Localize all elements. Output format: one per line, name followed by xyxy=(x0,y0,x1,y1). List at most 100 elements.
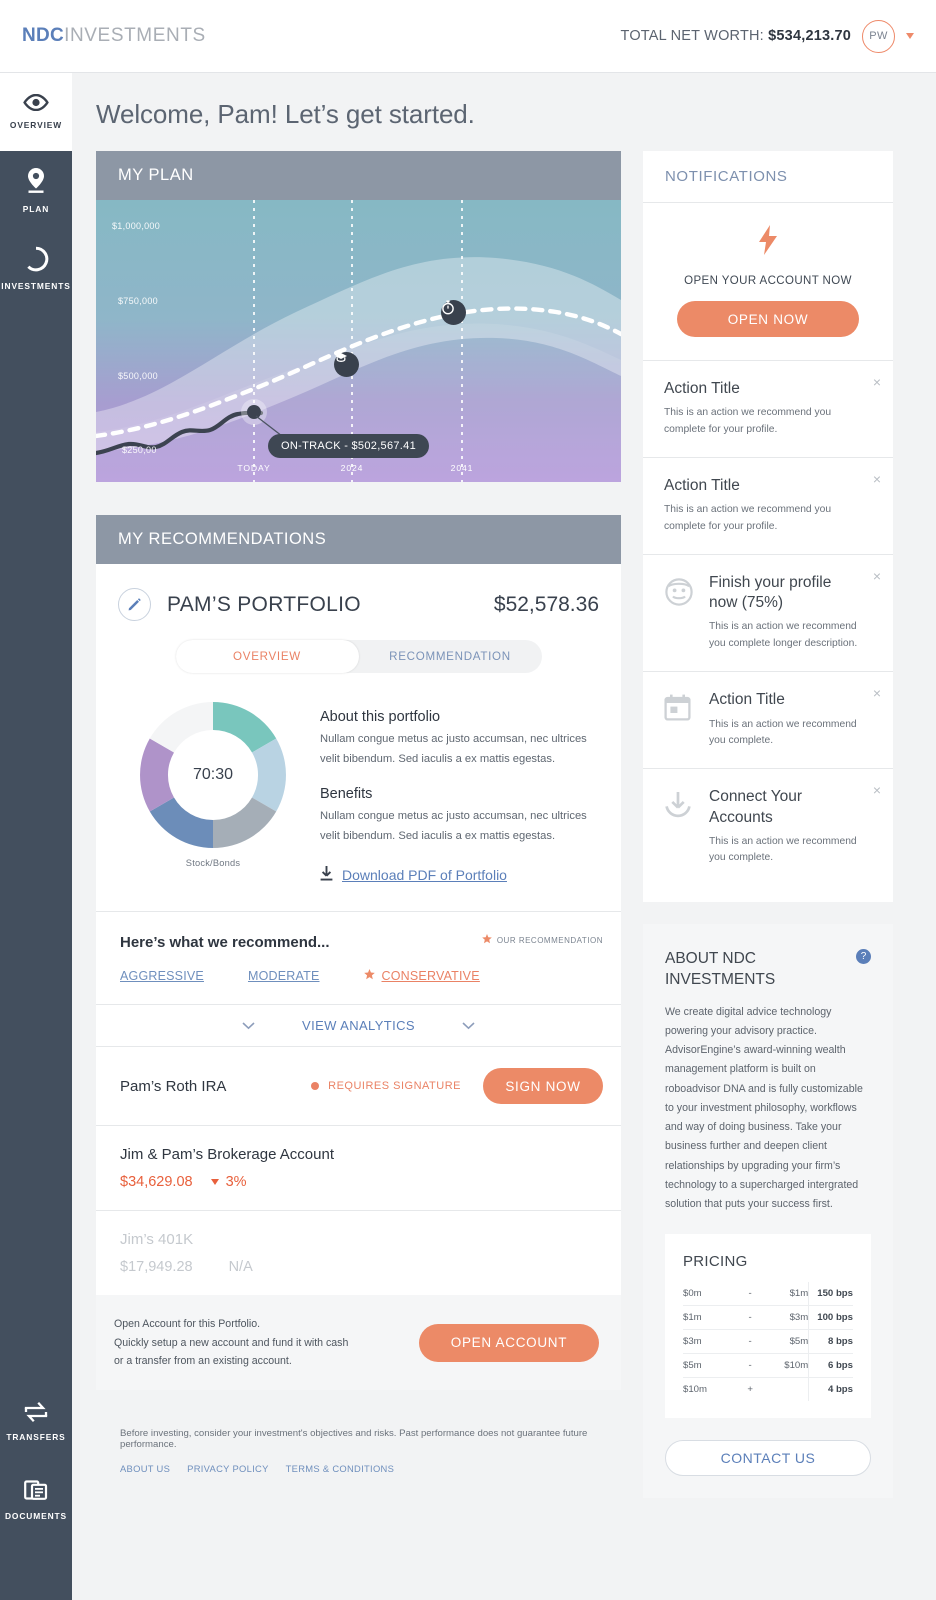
open-account-line3: or a transfer from an existing account. xyxy=(114,1354,292,1367)
download-icon xyxy=(320,866,333,884)
sidebar-item-investments[interactable]: INVESTMENTS xyxy=(0,229,72,307)
close-icon[interactable]: × xyxy=(873,686,881,700)
main-column: MY PLAN $1,000,000 $750,000 $500,000 $25… xyxy=(96,151,621,1474)
stopwatch-icon[interactable] xyxy=(441,300,466,325)
account-value: $34,629.08 xyxy=(120,1174,193,1191)
close-icon[interactable]: × xyxy=(873,472,881,486)
avatar[interactable]: PW xyxy=(862,19,895,53)
brand-logo[interactable]: NDCINVESTMENTS xyxy=(22,25,206,47)
pricing-rate: 100 bps xyxy=(808,1305,853,1331)
open-account-button[interactable]: OPEN ACCOUNT xyxy=(419,1323,599,1362)
pricing-from: $1m xyxy=(683,1305,736,1331)
pricing-to: $3m xyxy=(764,1305,810,1331)
avatar-initials: PW xyxy=(869,30,888,42)
contact-us-button[interactable]: CONTACT US xyxy=(665,1440,871,1477)
status-label: REQUIRES SIGNATURE xyxy=(328,1080,461,1093)
chevron-down-icon xyxy=(242,1018,255,1033)
y-tick-label: $750,000 xyxy=(118,296,158,306)
lightning-bolt-icon xyxy=(757,225,779,260)
open-account-footer: Open Account for this Portfolio. Quickly… xyxy=(96,1295,621,1391)
risk-option-conservative[interactable]: CONSERVATIVE xyxy=(363,969,480,984)
account-value: $17,949.28 xyxy=(120,1259,193,1276)
sidebar: OVERVIEW PLAN INVESTMENTS TRANSFERS DOCU… xyxy=(0,73,72,1600)
tab-recommendation[interactable]: RECOMMENDATION xyxy=(359,640,542,673)
chevron-down-icon xyxy=(462,1018,475,1033)
pricing-rate: 6 bps xyxy=(808,1353,853,1379)
star-icon xyxy=(363,969,375,983)
portfolio-name: PAM’S PORTFOLIO xyxy=(167,592,361,616)
status-dot-icon xyxy=(311,1082,320,1091)
portfolio-overview: 70:30 Stock/Bonds About this portfolio N… xyxy=(96,673,621,911)
notification-title: Action Title xyxy=(664,380,740,397)
chevron-down-icon[interactable] xyxy=(906,33,914,39)
app-root: NDCINVESTMENTS TOTAL NET WORTH: $534,213… xyxy=(0,0,936,1600)
top-bar-right: TOTAL NET WORTH: $534,213.70 PW xyxy=(621,19,914,53)
sidebar-item-transfers[interactable]: TRANSFERS xyxy=(0,1382,72,1460)
x-tick-label: 2024 xyxy=(340,463,364,473)
pricing-rate: 4 bps xyxy=(827,1384,853,1396)
notification-title: Action Title xyxy=(664,477,740,495)
notification-item[interactable]: Action Title This is an action we recomm… xyxy=(643,458,893,554)
sign-now-button[interactable]: SIGN NOW xyxy=(483,1068,603,1105)
my-recommendations-card: MY RECOMMENDATIONS PAM’S PORTFOLIO $52,5… xyxy=(96,515,621,1391)
pricing-card: PRICING $0m - $1m 150 bps $1m - $3m 100 … xyxy=(665,1234,871,1419)
notification-item[interactable]: Action Title This is an action we recomm… xyxy=(643,672,893,768)
notification-item[interactable]: Action Title This is an action we recomm… xyxy=(643,361,893,457)
account-brokerage[interactable]: Jim & Pam’s Brokerage Account $34,629.08… xyxy=(96,1126,621,1210)
account-401k[interactable]: Jim’s 401K $17,949.28 N/A xyxy=(96,1211,621,1295)
close-icon[interactable]: × xyxy=(873,569,881,583)
about-card: ABOUT NDC INVESTMENTS ? We create digita… xyxy=(643,923,893,1499)
risk-option-moderate[interactable]: MODERATE xyxy=(248,969,320,983)
pricing-to: $1m xyxy=(764,1282,810,1307)
footer-link-terms[interactable]: TERMS & CONDITIONS xyxy=(286,1463,395,1474)
notification-item[interactable]: Connect Your Accounts This is an action … xyxy=(643,769,893,885)
sidebar-item-label: OVERVIEW xyxy=(9,120,63,130)
notification-title: Action Title xyxy=(709,691,785,709)
pencil-icon[interactable] xyxy=(118,588,151,621)
footer-link-privacy-policy[interactable]: PRIVACY POLICY xyxy=(187,1463,268,1474)
pricing-sep: - xyxy=(735,1305,765,1331)
open-account-line1: Open Account for this Portfolio. xyxy=(114,1318,261,1331)
trend-down-icon xyxy=(210,1179,219,1186)
benefits-text: Nullam congue metus ac justo accumsan, n… xyxy=(320,810,587,842)
notification-desc: This is an action we recommend you compl… xyxy=(709,621,858,649)
close-icon[interactable]: × xyxy=(873,783,881,797)
sidebar-item-documents[interactable]: DOCUMENTS xyxy=(0,1460,72,1538)
portfolio-amount: $52,578.36 xyxy=(493,592,599,616)
sidebar-item-overview[interactable]: OVERVIEW xyxy=(0,73,72,151)
recommend-header-row: Here’s what we recommend... OUR RECOMMEN… xyxy=(96,912,621,951)
signature-account-row: Pam’s Roth IRA REQUIRES SIGNATURE SIGN N… xyxy=(96,1047,621,1125)
footer-link-about-us[interactable]: ABOUT US xyxy=(120,1463,170,1474)
pricing-from: $0m xyxy=(683,1282,736,1307)
y-tick-label: $250,00 xyxy=(122,445,157,455)
graduation-cap-icon[interactable] xyxy=(334,352,359,377)
pricing-sep: + xyxy=(747,1384,753,1396)
account-values: $34,629.08 3% xyxy=(120,1174,597,1190)
top-bar: NDCINVESTMENTS TOTAL NET WORTH: $534,213… xyxy=(0,0,936,73)
view-analytics-label: VIEW ANALYTICS xyxy=(302,1018,415,1034)
open-now-button[interactable]: OPEN NOW xyxy=(677,301,859,337)
tab-overview[interactable]: OVERVIEW xyxy=(175,640,359,673)
table-row: $10m + 4 bps xyxy=(683,1377,853,1402)
close-icon[interactable]: × xyxy=(873,375,881,389)
plan-chart[interactable]: $1,000,000 $750,000 $500,000 $250,00 TOD… xyxy=(96,200,621,482)
question-mark-icon[interactable]: ? xyxy=(856,948,871,964)
view-analytics-row[interactable]: VIEW ANALYTICS xyxy=(96,1005,621,1046)
sidebar-item-plan[interactable]: PLAN xyxy=(0,151,72,229)
allocation-donut: 70:30 Stock/Bonds xyxy=(118,697,308,884)
account-change: N/A xyxy=(228,1259,253,1276)
table-row: $5m - $10m 6 bps xyxy=(683,1353,853,1379)
portfolio-row: PAM’S PORTFOLIO $52,578.36 xyxy=(96,564,621,621)
risk-option-aggressive[interactable]: AGGRESSIVE xyxy=(120,969,204,983)
notification-item[interactable]: Finish your profile now (75%) This is an… xyxy=(643,555,893,671)
notification-title: Connect Your Accounts xyxy=(709,788,803,826)
risk-option-label: CONSERVATIVE xyxy=(381,969,480,984)
status-badge: REQUIRES SIGNATURE xyxy=(311,1080,461,1092)
notification-desc: This is an action we recommend you compl… xyxy=(664,407,832,435)
x-tick-label: TODAY xyxy=(237,463,271,473)
y-tick-label: $500,000 xyxy=(118,371,158,381)
download-pdf-link[interactable]: Download PDF of Portfolio xyxy=(320,866,599,884)
donut-icon xyxy=(23,246,49,272)
map-pin-icon xyxy=(25,167,47,195)
star-icon xyxy=(482,934,492,946)
